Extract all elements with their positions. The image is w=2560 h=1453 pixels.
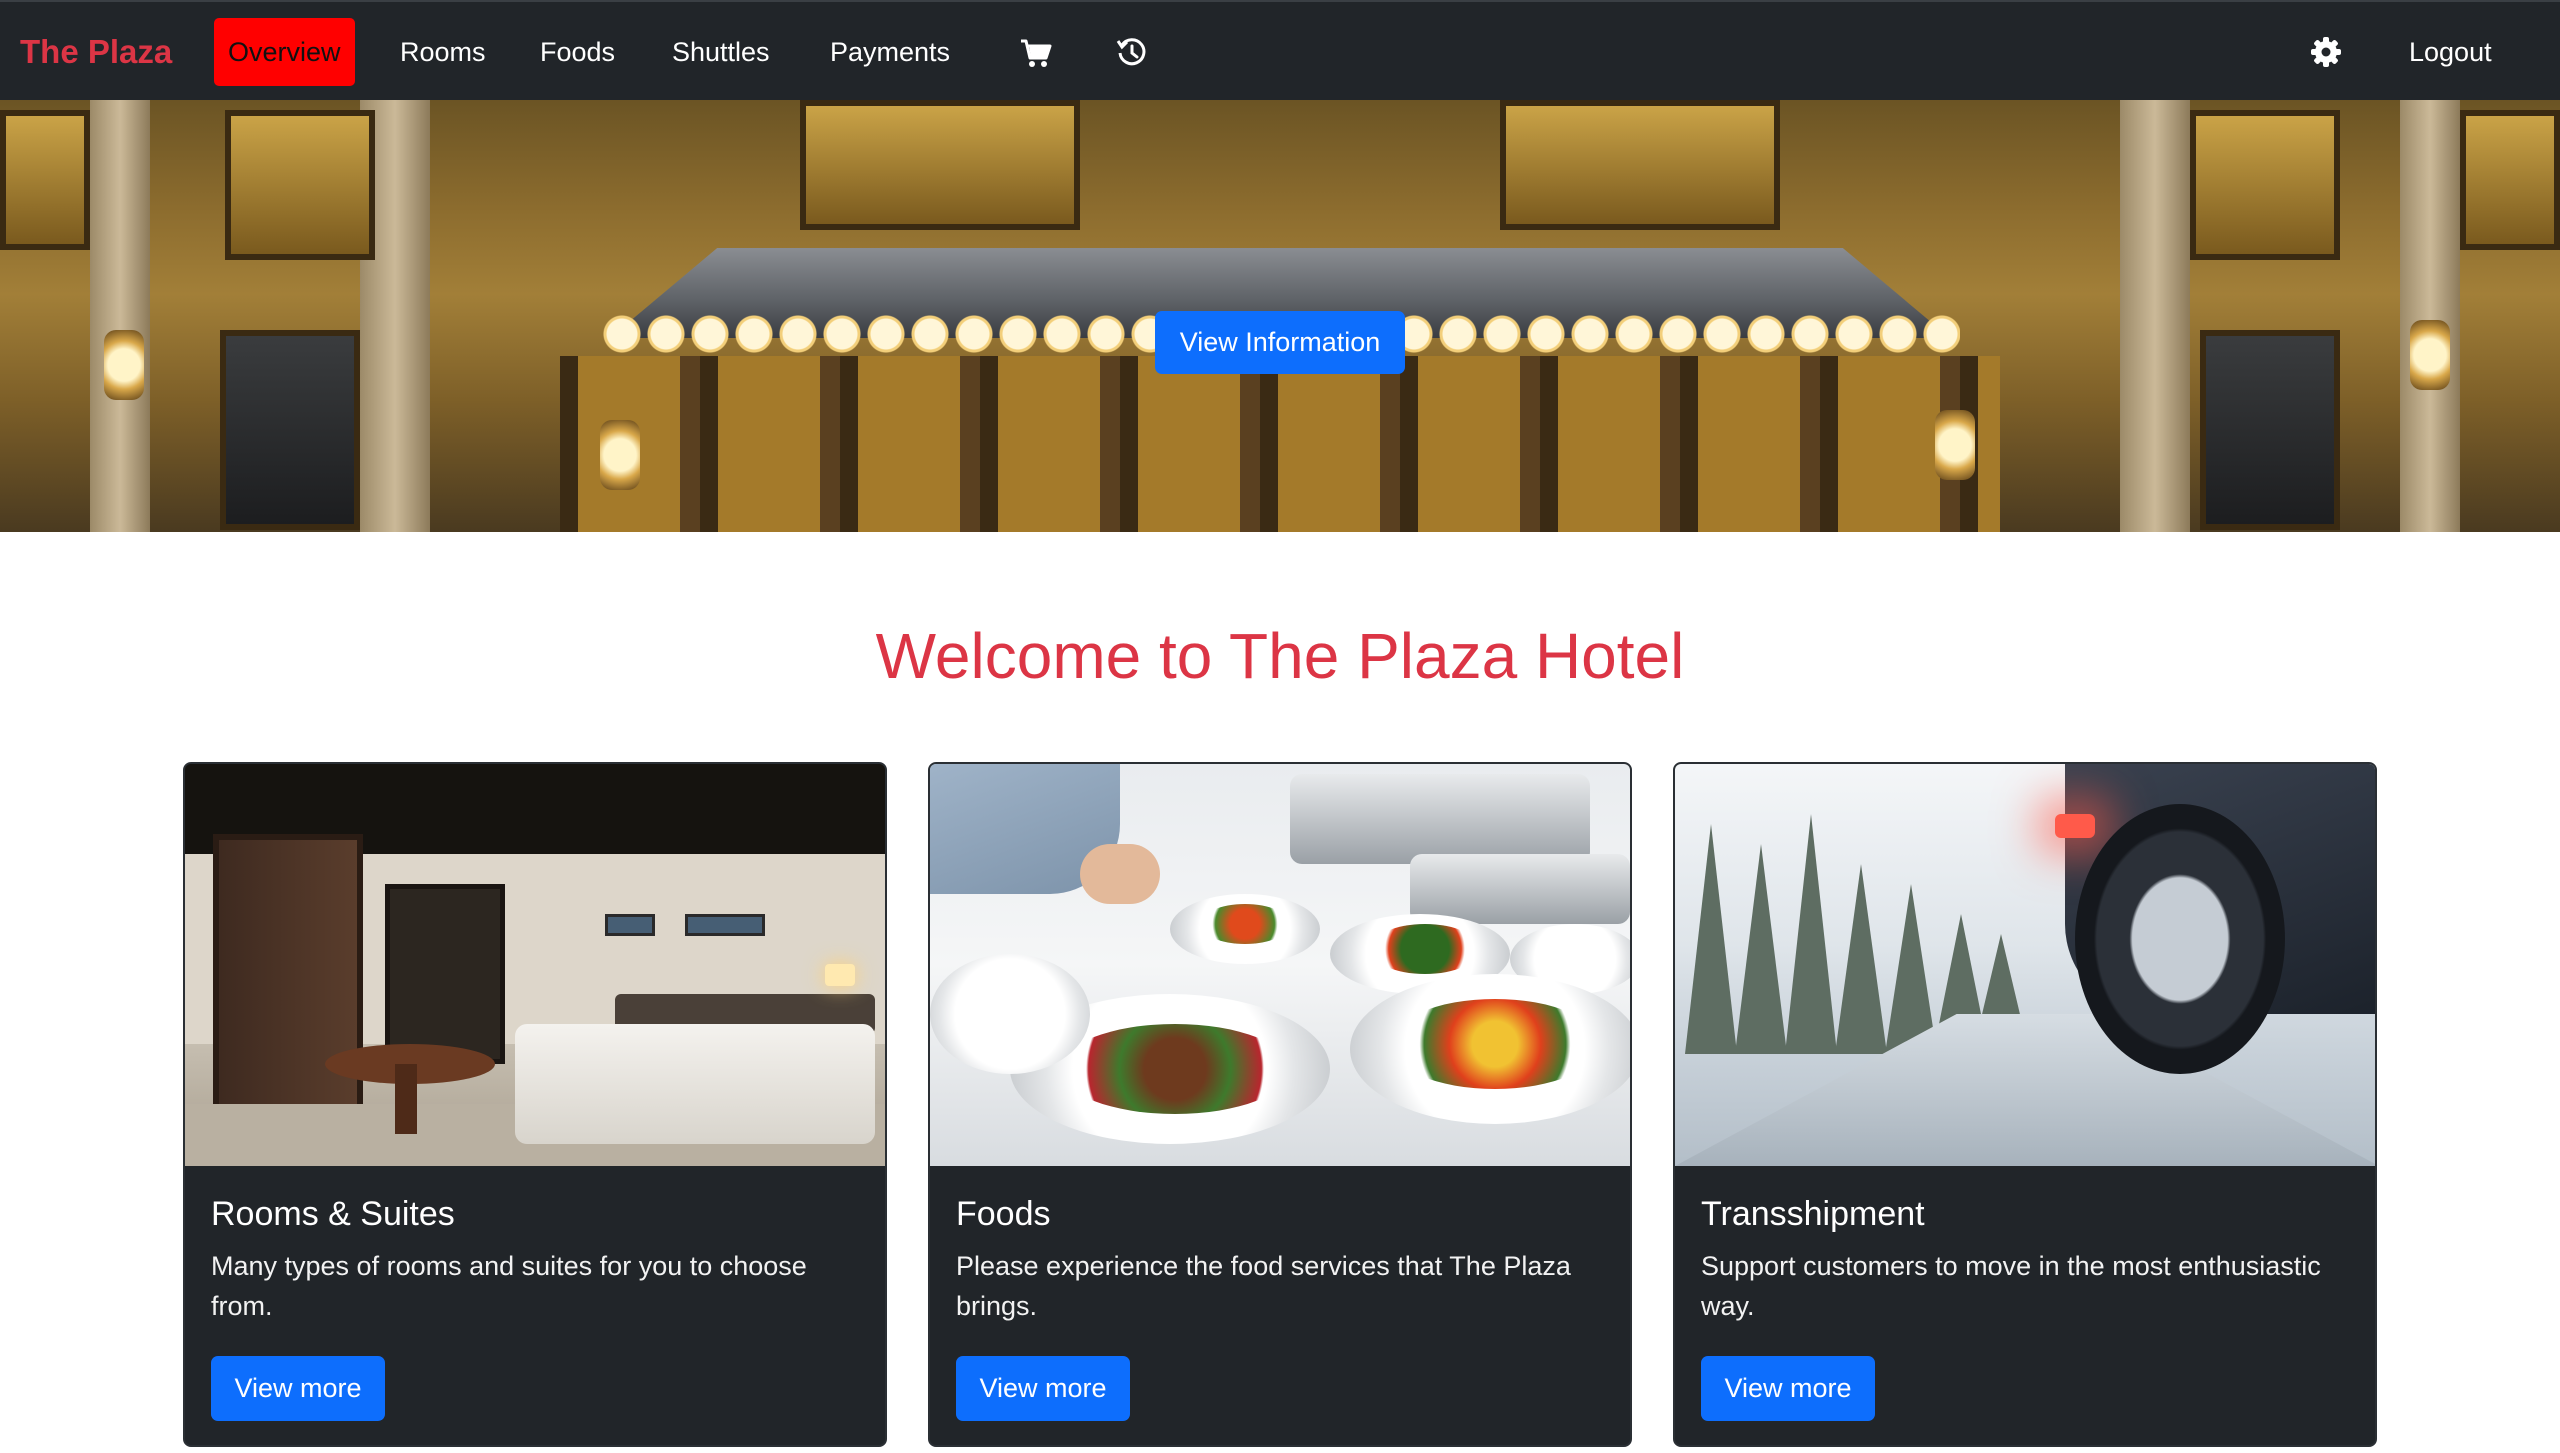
history-icon[interactable] (1116, 37, 1148, 74)
card-title: Transshipment (1701, 1195, 1925, 1233)
brand-logo[interactable]: The Plaza (20, 32, 172, 72)
card-text: Support customers to move in the most en… (1701, 1251, 2321, 1321)
nav-foods[interactable]: Foods (540, 18, 615, 86)
foods-view-more-button[interactable]: View more (956, 1356, 1130, 1421)
rooms-image (185, 764, 885, 1166)
rooms-view-more-button[interactable]: View more (211, 1356, 385, 1421)
card-title: Rooms & Suites (211, 1195, 455, 1233)
transshipment-image (1675, 764, 2375, 1166)
nav-shuttles[interactable]: Shuttles (672, 18, 770, 86)
nav-payments[interactable]: Payments (830, 18, 950, 86)
gear-icon[interactable] (2310, 36, 2342, 73)
card-rooms: Rooms & Suites Many types of rooms and s… (183, 762, 887, 1447)
hero-banner: View Information (0, 100, 2560, 532)
card-text: Please experience the food services that… (956, 1251, 1571, 1321)
card-title: Foods (956, 1195, 1051, 1233)
card-foods: Foods Please experience the food service… (928, 762, 1632, 1447)
card-transshipment: Transshipment Support customers to move … (1673, 762, 2377, 1447)
foods-image (930, 764, 1630, 1166)
transshipment-view-more-button[interactable]: View more (1701, 1356, 1875, 1421)
card-text: Many types of rooms and suites for you t… (211, 1251, 807, 1321)
top-navbar: The Plaza Overview Rooms Foods Shuttles … (0, 0, 2560, 100)
nav-rooms[interactable]: Rooms (400, 18, 486, 86)
view-information-button[interactable]: View Information (1155, 311, 1405, 374)
welcome-title: Welcome to The Plaza Hotel (875, 620, 1685, 692)
logout-button[interactable]: Logout (2409, 18, 2492, 86)
cart-icon[interactable] (1020, 38, 1052, 73)
nav-overview[interactable]: Overview (214, 18, 355, 86)
